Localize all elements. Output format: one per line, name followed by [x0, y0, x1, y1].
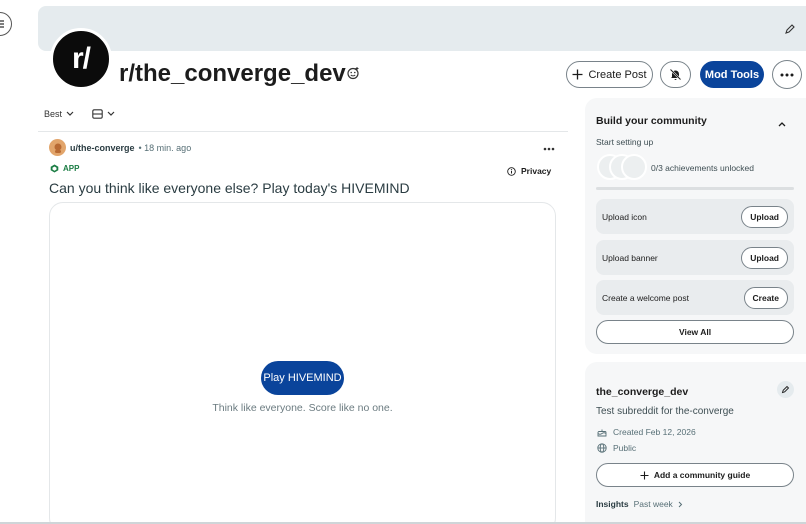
- sort-dropdown[interactable]: Best: [44, 109, 74, 119]
- plus-icon: [640, 471, 649, 479]
- chevron-up-icon[interactable]: [777, 115, 787, 133]
- info-icon: [507, 166, 516, 176]
- mod-tools-button[interactable]: Mod Tools: [700, 61, 764, 88]
- create-post-label: Create Post: [588, 68, 647, 81]
- edit-community-button[interactable]: [777, 381, 794, 398]
- community-avatar: r/: [50, 28, 112, 90]
- create-post-button[interactable]: Create Post: [566, 61, 653, 88]
- task-upload-icon: Upload icon Upload: [596, 199, 794, 234]
- task-label: Upload banner: [602, 252, 658, 263]
- more-icon: [780, 73, 794, 76]
- created-row: Created Feb 12, 2026: [597, 427, 696, 437]
- privacy-link[interactable]: Privacy: [507, 166, 551, 176]
- insights-row[interactable]: Insights Past week: [596, 499, 683, 509]
- chevron-right-icon: [678, 501, 683, 507]
- view-all-button[interactable]: View All: [596, 320, 794, 344]
- upload-icon-button[interactable]: Upload: [741, 205, 788, 228]
- visibility-label: Public: [613, 443, 637, 453]
- created-date: Created Feb 12, 2026: [613, 427, 696, 437]
- post-title[interactable]: Can you think like everyone else? Play t…: [49, 180, 410, 196]
- plus-icon: [572, 69, 583, 80]
- post-meta: u/the-converge • 18 min. ago: [49, 139, 191, 156]
- community-banner: [38, 6, 806, 51]
- smiley-plus-icon[interactable]: [346, 66, 360, 85]
- post-time: • 18 min. ago: [138, 142, 192, 153]
- app-label: APP: [63, 164, 80, 173]
- community-name: the_converge_dev: [596, 386, 689, 398]
- chevron-down-icon: [66, 111, 74, 116]
- sort-bar: Best: [44, 109, 115, 119]
- layout-icon: [92, 109, 103, 119]
- more-icon: [543, 147, 555, 151]
- app-icon: [50, 164, 59, 173]
- play-hivemind-button[interactable]: Play HIVEMIND: [261, 361, 344, 395]
- game-tagline: Think like everyone. Score like no one.: [212, 402, 393, 414]
- post-author[interactable]: u/the-converge: [70, 143, 135, 153]
- upload-banner-button[interactable]: Upload: [741, 246, 788, 269]
- globe-icon: [597, 443, 607, 453]
- bell-off-icon: [669, 68, 682, 81]
- community-description: Test subreddit for the-converge: [596, 406, 734, 417]
- pencil-icon: [781, 385, 790, 394]
- user-avatar-icon: [54, 143, 61, 153]
- cake-icon: [597, 429, 607, 437]
- task-label: Upload icon: [602, 211, 647, 222]
- achievement-badges: [597, 154, 649, 180]
- visibility-row: Public: [597, 443, 636, 453]
- menu-icon: [0, 20, 4, 28]
- add-community-guide-button[interactable]: Add a community guide: [596, 463, 794, 487]
- insights-label: Insights: [596, 499, 629, 509]
- banner-edit-icon[interactable]: [784, 22, 796, 40]
- post-more-button[interactable]: [543, 140, 555, 154]
- more-options-button[interactable]: [772, 60, 802, 89]
- create-welcome-post-button[interactable]: Create: [743, 286, 788, 309]
- achievements-progress-bar: [596, 187, 794, 190]
- privacy-label: Privacy: [521, 166, 552, 176]
- app-badge: APP: [50, 164, 79, 173]
- insights-period: Past week: [633, 499, 673, 509]
- task-upload-banner: Upload banner Upload: [596, 240, 794, 275]
- build-community-subtitle: Start setting up: [596, 137, 654, 147]
- achievement-badge-icon: [621, 154, 647, 180]
- sidebar-menu-button[interactable]: [0, 12, 12, 36]
- task-label: Create a welcome post: [602, 292, 689, 303]
- view-layout-dropdown[interactable]: [92, 109, 115, 119]
- guide-label: Add a community guide: [653, 470, 751, 480]
- notifications-button[interactable]: [660, 61, 691, 88]
- avatar[interactable]: [49, 139, 66, 156]
- task-welcome-post: Create a welcome post Create: [596, 280, 794, 315]
- build-community-title: Build your community: [596, 115, 707, 127]
- feed-divider: [38, 131, 568, 132]
- achievements-count: 0/3 achievements unlocked: [651, 163, 755, 173]
- sort-label: Best: [44, 109, 63, 119]
- chevron-down-icon: [107, 111, 115, 116]
- page-title: r/the_converge_dev: [119, 60, 346, 87]
